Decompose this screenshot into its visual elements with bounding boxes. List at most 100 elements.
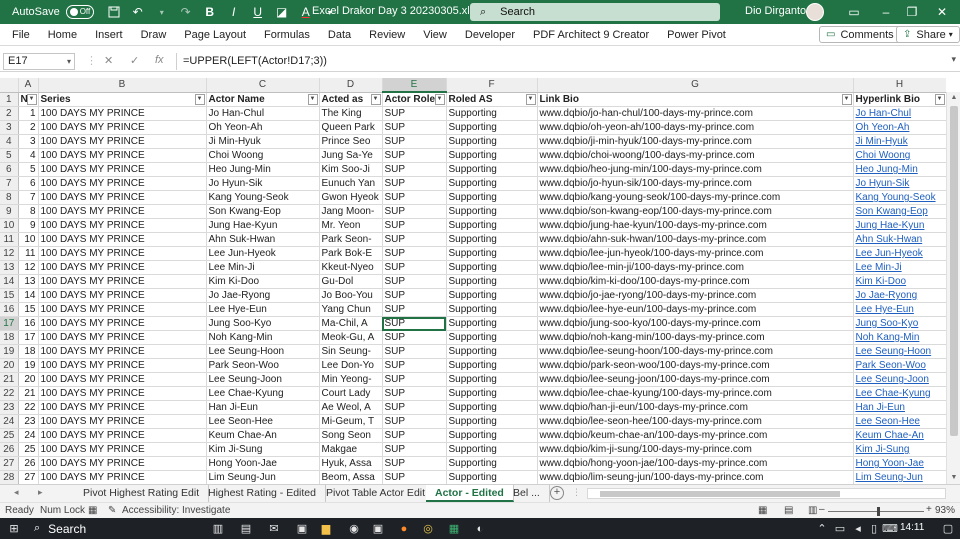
cell-f[interactable]: Supporting (446, 148, 538, 163)
cell-c[interactable]: Hong Yoon-Jae (206, 456, 320, 471)
cell-f[interactable]: Supporting (446, 456, 538, 471)
cell-e[interactable]: SUP (382, 176, 447, 191)
cell-c[interactable]: Jung Hae-Kyun (206, 218, 320, 233)
row-header[interactable]: 25 (0, 428, 19, 443)
cell-b[interactable]: 100 DAYS MY PRINCE (38, 190, 207, 205)
scroll-down-icon[interactable]: ▼ (947, 472, 960, 484)
cell-b[interactable]: 100 DAYS MY PRINCE (38, 134, 207, 149)
cell-a[interactable]: 12 (18, 260, 39, 275)
chevron-up-icon[interactable]: ⌃ (814, 521, 830, 536)
cell-g[interactable]: www.dqbio/choi-woong/100-days-my-prince.… (537, 148, 854, 163)
row-header[interactable]: 9 (0, 204, 19, 219)
cell-a[interactable]: 6 (18, 176, 39, 191)
save-icon[interactable] (104, 2, 124, 22)
close-icon[interactable]: ✕ (926, 0, 958, 24)
cell-e[interactable]: SUP (382, 134, 447, 149)
cell-e[interactable]: SUP (382, 344, 447, 359)
hyperlink-cell[interactable]: Jo Hyun-Sik (853, 176, 946, 191)
row-header[interactable]: 5 (0, 148, 19, 163)
header-cell-series[interactable]: Series ▼ (38, 92, 207, 107)
row-header[interactable]: 3 (0, 120, 19, 135)
cell-a[interactable]: 23 (18, 414, 39, 429)
cell-c[interactable]: Jo Jae-Ryong (206, 288, 320, 303)
tab-file[interactable]: File (0, 24, 39, 46)
cell-a[interactable]: 11 (18, 246, 39, 261)
app-icon[interactable]: ▣ (370, 521, 386, 536)
row-header[interactable]: 22 (0, 386, 19, 401)
cell-d[interactable]: Kim Soo-Ji (319, 162, 383, 177)
cell-d[interactable]: Jung Sa-Ye (319, 148, 383, 163)
row-header[interactable]: 26 (0, 442, 19, 457)
search-box[interactable]: ⌕ Search (470, 3, 720, 21)
cell-b[interactable]: 100 DAYS MY PRINCE (38, 120, 207, 135)
cell-a[interactable]: 21 (18, 386, 39, 401)
cell-c[interactable]: Lee Seon-Hee (206, 414, 320, 429)
page-break-view-icon[interactable]: ▥ (808, 505, 817, 516)
cell-c[interactable]: Lee Min-Ji (206, 260, 320, 275)
cancel-icon[interactable]: ✕ (104, 54, 113, 67)
cell-f[interactable]: Supporting (446, 302, 538, 317)
cell-a[interactable]: 20 (18, 372, 39, 387)
header-cell-actor-role[interactable]: Actor Role ▼ (382, 92, 447, 107)
cell-e[interactable]: SUP (382, 330, 447, 345)
cell-f[interactable]: Supporting (446, 274, 538, 289)
cell-a[interactable]: 4 (18, 148, 39, 163)
cell-b[interactable]: 100 DAYS MY PRINCE (38, 372, 207, 387)
filter-dropdown-icon[interactable]: ▼ (307, 93, 318, 105)
hyperlink-cell[interactable]: Kim Ji-Sung (853, 442, 946, 457)
cell-g[interactable]: www.dqbio/son-kwang-eop/100-days-my-prin… (537, 204, 854, 219)
hyperlink-cell[interactable]: Lim Seung-Jun (853, 470, 946, 484)
cell-e[interactable]: SUP (382, 302, 447, 317)
cell-d[interactable]: Prince Seo (319, 134, 383, 149)
app-icon[interactable]: ◉ (346, 521, 362, 536)
column-header-e[interactable]: E (382, 78, 447, 93)
cell-e[interactable]: SUP (382, 288, 447, 303)
row-header[interactable]: 2 (0, 106, 19, 121)
filter-dropdown-icon[interactable]: ▼ (841, 93, 852, 105)
hyperlink-cell[interactable]: Kang Young-Seok (853, 190, 946, 205)
cell-f[interactable]: Supporting (446, 442, 538, 457)
filter-dropdown-icon[interactable]: ▼ (525, 93, 536, 105)
row-header[interactable]: 20 (0, 358, 19, 373)
cell-a[interactable]: 22 (18, 400, 39, 415)
cell-d[interactable]: The King (319, 106, 383, 121)
cell-g[interactable]: www.dqbio/jo-jae-ryong/100-days-my-princ… (537, 288, 854, 303)
cell-d[interactable]: Jang Moon- (319, 204, 383, 219)
cell-a[interactable]: 19 (18, 358, 39, 373)
widgets-icon[interactable]: ▤ (238, 521, 254, 536)
cell-b[interactable]: 100 DAYS MY PRINCE (38, 246, 207, 261)
cell-g[interactable]: www.dqbio/lee-chae-kyung/100-days-my-pri… (537, 386, 854, 401)
sheet-tab-highest-rating[interactable]: Highest Rating - Edited (199, 485, 326, 502)
hyperlink-cell[interactable]: Jung Hae-Kyun (853, 218, 946, 233)
row-header[interactable]: 13 (0, 260, 19, 275)
notification-icon[interactable]: ▢ (940, 521, 956, 536)
tab-page-layout[interactable]: Page Layout (175, 24, 255, 46)
cell-g[interactable]: www.dqbio/ji-min-hyuk/100-days-my-prince… (537, 134, 854, 149)
cell-g[interactable]: www.dqbio/lee-seung-hoon/100-days-my-pri… (537, 344, 854, 359)
cell-g[interactable]: www.dqbio/lee-seon-hee/100-days-my-princ… (537, 414, 854, 429)
cell-a[interactable]: 7 (18, 190, 39, 205)
taskbar-search[interactable]: ⌕ Search (34, 520, 184, 537)
tab-review[interactable]: Review (360, 24, 414, 46)
cell-d[interactable]: Min Yeong- (319, 372, 383, 387)
scroll-up-icon[interactable]: ▲ (947, 92, 960, 104)
zoom-slider-thumb[interactable] (877, 507, 880, 516)
cell-f[interactable]: Supporting (446, 330, 538, 345)
cell-f[interactable]: Supporting (446, 162, 538, 177)
next-sheet-icon[interactable]: ▸ (38, 487, 43, 498)
cell-c[interactable]: Heo Jung-Min (206, 162, 320, 177)
cell-f[interactable]: Supporting (446, 176, 538, 191)
cell-f[interactable]: Supporting (446, 414, 538, 429)
avatar[interactable] (806, 3, 824, 21)
cell-e[interactable]: SUP (382, 470, 447, 484)
chrome-icon[interactable]: ◎ (420, 521, 436, 536)
cell-d[interactable]: Makgae (319, 442, 383, 457)
row-header[interactable]: 19 (0, 344, 19, 359)
cell-a[interactable]: 16 (18, 316, 39, 331)
autosave-toggle[interactable]: Off (65, 5, 94, 19)
header-cell-hyperlink-bio[interactable]: Hyperlink Bio ▼ (853, 92, 946, 107)
cell-g[interactable]: www.dqbio/oh-yeon-ah/100-days-my-prince.… (537, 120, 854, 135)
row-header[interactable]: 12 (0, 246, 19, 261)
hyperlink-cell[interactable]: Lee Min-Ji (853, 260, 946, 275)
cell-b[interactable]: 100 DAYS MY PRINCE (38, 232, 207, 247)
